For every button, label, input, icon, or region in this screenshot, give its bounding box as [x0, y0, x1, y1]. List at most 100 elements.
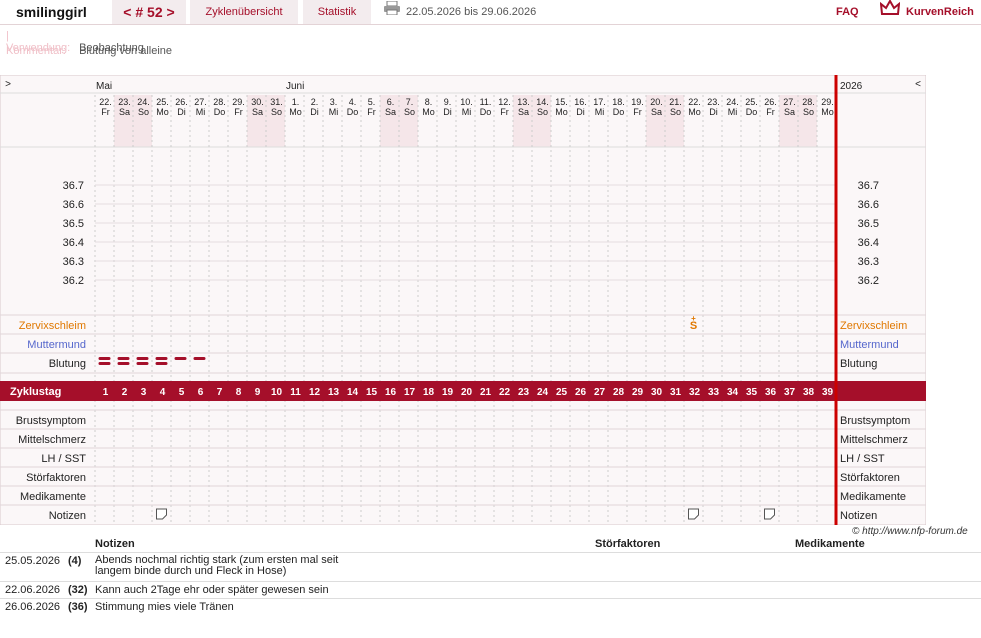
cycle-day-number: 9 — [255, 387, 261, 398]
weekday-label: Do — [480, 107, 492, 117]
nav-prev-button[interactable]: > — [5, 79, 11, 90]
row-label-muttermund: Muttermund — [27, 339, 86, 351]
day-number: 26. — [175, 97, 188, 107]
weekday-label: Di — [709, 107, 718, 117]
cycle-day-number: 15 — [366, 387, 378, 398]
cycle-day-number: 4 — [160, 387, 166, 398]
cycle-day-number: 20 — [461, 387, 473, 398]
cycle-day-number: 31 — [670, 387, 682, 398]
row-label-lh: LH / SST — [41, 453, 86, 465]
crown-icon — [879, 0, 901, 25]
weekday-label: Sa — [252, 107, 263, 117]
day-number: 26. — [764, 97, 777, 107]
bleeding-mark — [117, 357, 130, 360]
weekday-label: Sa — [119, 107, 130, 117]
tab-cycle-overview[interactable]: Zyklenübersicht — [190, 0, 298, 24]
temp-label-right: 36.5 — [858, 218, 879, 230]
day-number: 19. — [631, 97, 644, 107]
day-number: 31. — [270, 97, 283, 107]
cycle-day-number: 13 — [328, 387, 340, 398]
cycle-nav-button[interactable]: < # 52 > — [112, 0, 186, 24]
temp-label-right: 36.4 — [858, 237, 879, 249]
note-row: 26.06.2026 (36) Stimmung mies viele Trän… — [0, 598, 981, 615]
weekday-label: Mi — [462, 107, 472, 117]
weekday-label: Fr — [633, 107, 642, 117]
temp-label-left: 36.3 — [63, 256, 84, 268]
cycle-day-number: 6 — [198, 387, 204, 398]
cycle-day-number: 1 — [103, 387, 109, 398]
day-number: 3. — [330, 97, 338, 107]
day-number: 30. — [251, 97, 264, 107]
note-date: 25.05.2026 — [5, 555, 61, 567]
weekday-label: Di — [576, 107, 585, 117]
day-number: 1. — [292, 97, 300, 107]
cycle-day-number: 39 — [822, 387, 834, 398]
day-number: 22. — [99, 97, 112, 107]
cycle-day-number: 30 — [651, 387, 663, 398]
weekday-label: Mi — [595, 107, 605, 117]
weekday-label: Do — [746, 107, 758, 117]
bleeding-mark — [174, 357, 187, 360]
day-number: 13. — [517, 97, 530, 107]
cycle-day-number: 3 — [141, 387, 147, 398]
username: smilinggirl — [16, 4, 87, 20]
cycle-day-number: 32 — [689, 387, 701, 398]
row-label-right-zervix: Zervixschleim — [840, 320, 907, 332]
weekday-label: Fr — [101, 107, 110, 117]
cycle-day-number: 27 — [594, 387, 606, 398]
month-label: Juni — [286, 81, 304, 92]
note-day: (32) — [68, 584, 88, 596]
note-text: Kann auch 2Tage ehr oder später gewesen … — [95, 584, 329, 596]
temp-label-left: 36.6 — [63, 199, 84, 211]
day-number: 16. — [574, 97, 587, 107]
faq-link[interactable]: FAQ — [836, 0, 859, 24]
cycle-day-number: 25 — [556, 387, 568, 398]
cycle-day-number: 18 — [423, 387, 435, 398]
cycle-day-number: 7 — [217, 387, 223, 398]
cycle-day-label: Zyklustag — [10, 386, 61, 398]
copyright-text: © http://www.nfp-forum.de — [852, 526, 968, 537]
cycle-day-number: 34 — [727, 387, 739, 398]
weekday-label: Mi — [728, 107, 738, 117]
note-text: Abends nochmal richtig stark (zum ersten… — [95, 554, 339, 577]
zervix-mark-plus: + — [691, 314, 696, 323]
weekday-label: Mi — [196, 107, 206, 117]
weekday-label: Sa — [784, 107, 795, 117]
nav-next-button[interactable]: < — [915, 79, 921, 90]
bleeding-mark — [98, 357, 111, 360]
weekday-label: Di — [177, 107, 186, 117]
row-label-right-lh: LH / SST — [840, 453, 885, 465]
temp-label-right: 36.7 — [858, 180, 879, 192]
temp-label-left: 36.4 — [63, 237, 84, 249]
row-label-notizen: Notizen — [49, 510, 86, 522]
cycle-day-number: 22 — [499, 387, 511, 398]
day-number: 22. — [688, 97, 701, 107]
cycle-day-number: 26 — [575, 387, 587, 398]
temp-label-right: 36.6 — [858, 199, 879, 211]
day-number: 25. — [156, 97, 169, 107]
day-number: 28. — [802, 97, 815, 107]
weekday-label: Mo — [555, 107, 568, 117]
cycle-day-number: 28 — [613, 387, 625, 398]
notes-header: Notizen — [95, 538, 135, 550]
day-number: 29. — [821, 97, 834, 107]
row-label-blutung: Blutung — [49, 358, 86, 370]
bleeding-mark — [155, 357, 168, 360]
cycle-day-number: 11 — [290, 387, 301, 398]
weekday-label: Do — [347, 107, 359, 117]
weekday-label: So — [537, 107, 548, 117]
row-label-brust: Brustsymptom — [16, 415, 86, 427]
bleeding-mark — [193, 357, 206, 360]
row-label-right-mittel: Mittelschmerz — [840, 434, 908, 446]
weekday-label: Mi — [329, 107, 339, 117]
cycle-day-number: 17 — [404, 387, 416, 398]
note-date: 26.06.2026 — [5, 601, 61, 613]
bleeding-mark — [98, 362, 111, 365]
day-number: 27. — [783, 97, 796, 107]
row-label-right-muttermund: Muttermund — [840, 339, 899, 351]
cycle-day-number: 5 — [179, 387, 185, 398]
day-number: 29. — [232, 97, 245, 107]
brand-logo[interactable]: KurvenReich — [879, 0, 974, 25]
tab-statistics[interactable]: Statistik — [303, 0, 371, 24]
printer-icon[interactable] — [384, 0, 400, 24]
